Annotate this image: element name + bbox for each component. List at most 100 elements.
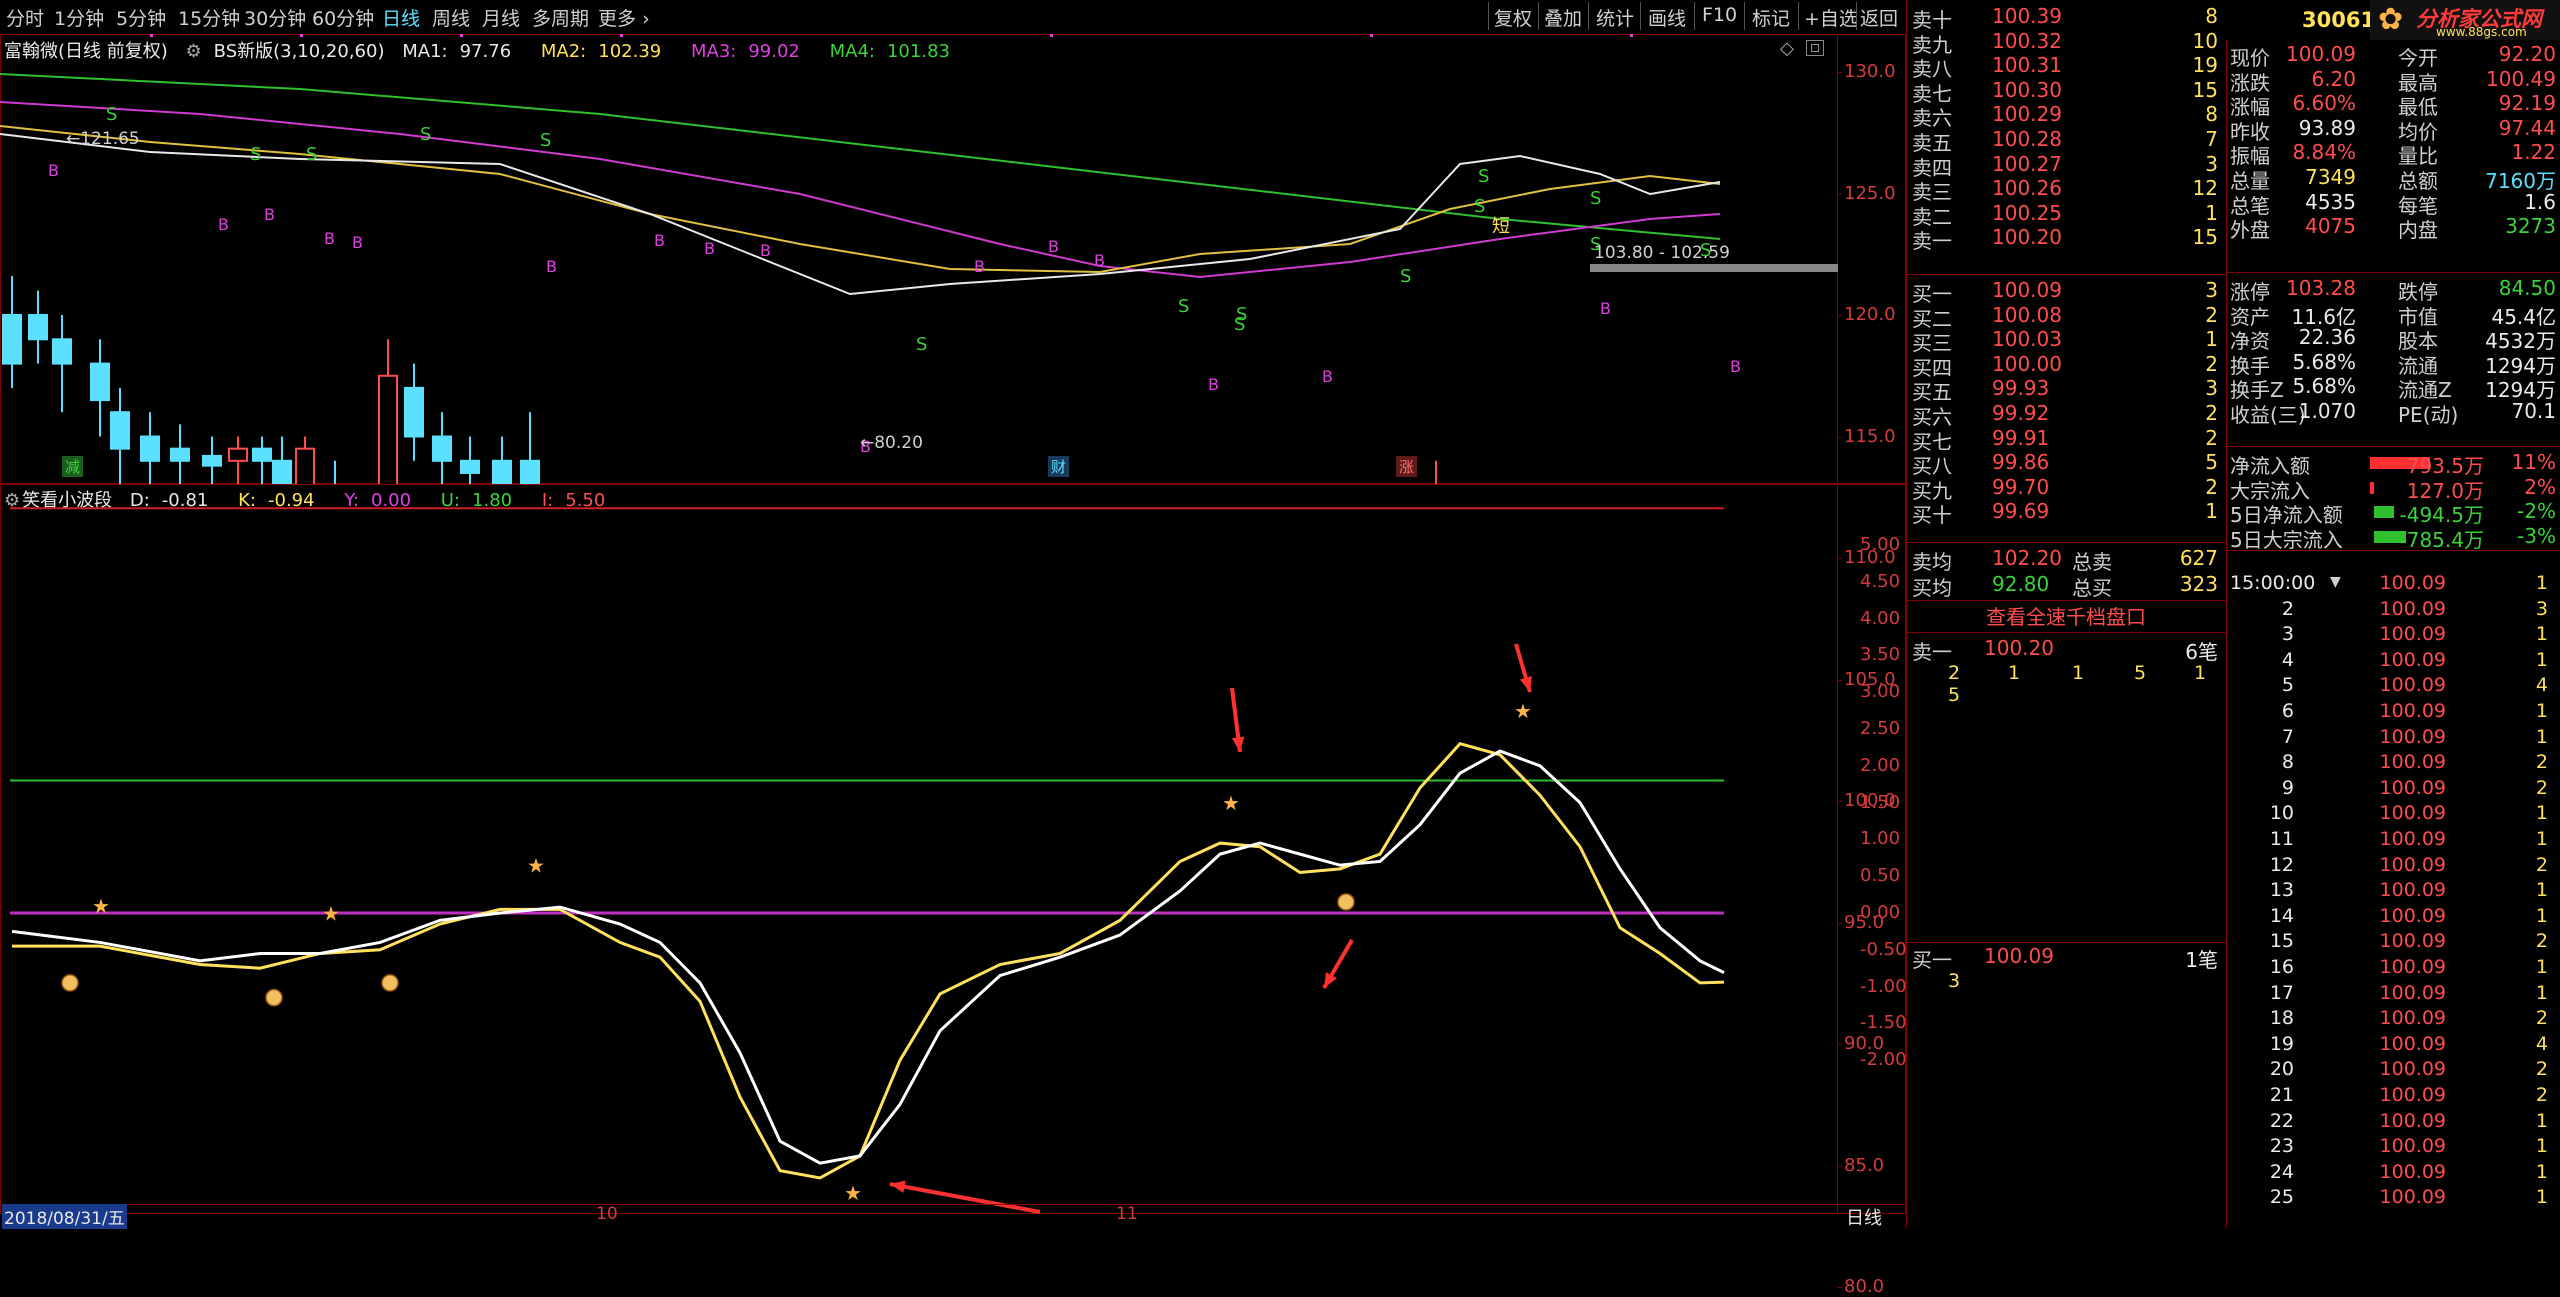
back-button[interactable]: 返回 (1860, 4, 1898, 31)
draw-line-button[interactable]: 画线 (1648, 4, 1686, 31)
level-price[interactable]: 100.09 (1992, 278, 2062, 302)
period-tab-1min[interactable]: 1分钟 (54, 4, 104, 31)
tick-price: 100.09 (2379, 879, 2446, 902)
restore-rights-button[interactable]: 复权 (1494, 4, 1532, 31)
level-price[interactable]: 99.93 (1992, 376, 2049, 400)
signal-dot (300, 34, 303, 37)
level-price[interactable]: 100.25 (1992, 201, 2062, 225)
event-badge-right[interactable]: 涨 (1396, 456, 1418, 477)
candle[interactable] (432, 412, 452, 484)
tick-volume: 1 (2535, 981, 2548, 1004)
buy-point-icon: ★ (844, 1181, 862, 1205)
period-tab-timeline[interactable]: 分时 (6, 4, 44, 31)
level-price[interactable]: 99.69 (1992, 499, 2049, 523)
period-tab-daily[interactable]: 日线 (382, 4, 420, 31)
signal-dot (150, 34, 153, 37)
mark-button[interactable]: 标记 (1752, 4, 1790, 31)
f10-button[interactable]: F10 (1702, 4, 1737, 26)
k-line (12, 742, 1725, 1180)
level-price[interactable]: 100.26 (1992, 176, 2062, 200)
tick-volume: 2 (2535, 853, 2548, 876)
period-tab-monthly[interactable]: 月线 (482, 4, 520, 31)
tick-row: 22 100.09 1 (2230, 1110, 2556, 1136)
candle[interactable] (492, 436, 512, 485)
candle[interactable] (520, 412, 540, 484)
tick-volume: 1 (2535, 879, 2548, 902)
candle[interactable] (1427, 460, 1445, 484)
candle[interactable] (90, 339, 110, 437)
candle[interactable] (326, 460, 344, 484)
oscillator-tick-label: 2.00 (1860, 754, 1901, 776)
level-price[interactable]: 99.86 (1992, 450, 2049, 474)
candle[interactable] (28, 290, 48, 364)
period-tab-more[interactable]: 更多 › (598, 4, 650, 31)
level-price[interactable]: 100.29 (1992, 102, 2062, 126)
candle[interactable] (272, 436, 292, 485)
period-tab-30min[interactable]: 30分钟 (244, 4, 306, 31)
tick-volume: 1 (2535, 700, 2548, 722)
candle[interactable] (378, 339, 398, 484)
event-badge-mid[interactable]: 财 (1048, 456, 1070, 477)
candle[interactable] (252, 436, 272, 485)
sell1-price: 100.20 (1984, 636, 2054, 660)
add-watchlist-button[interactable]: +自选 (1804, 4, 1858, 31)
level-price[interactable]: 100.27 (1992, 152, 2062, 176)
tick-row: 12 100.09 2 (2230, 854, 2556, 880)
filter-icon[interactable]: ▼ (2330, 574, 2341, 590)
price-tick (1837, 801, 1842, 802)
candle[interactable] (295, 436, 315, 485)
tick-row: 4 100.09 1 (2230, 649, 2556, 675)
level-price[interactable]: 100.20 (1992, 225, 2062, 249)
level-volume: 7 (2205, 127, 2218, 151)
candle[interactable] (228, 436, 248, 485)
level-price[interactable]: 99.70 (1992, 475, 2049, 499)
event-badge-left[interactable]: 减 (62, 456, 84, 477)
tick-price: 100.09 (2379, 776, 2446, 799)
period-tab-weekly[interactable]: 周线 (432, 4, 470, 31)
level-price[interactable]: 100.08 (1992, 303, 2062, 327)
tick-time: 22 (2269, 1109, 2294, 1132)
quote-value: 4075 (2305, 214, 2356, 239)
period-tab-multi[interactable]: 多周期 (532, 4, 589, 31)
overlay-button[interactable]: 叠加 (1544, 4, 1582, 31)
period-tab-60min[interactable]: 60分钟 (312, 4, 374, 31)
flow-bar (2370, 481, 2374, 494)
price-tick (1837, 1165, 1842, 1167)
candle[interactable] (2, 276, 22, 388)
period-tab-15min[interactable]: 15分钟 (178, 4, 240, 31)
tick-time: 5 (2281, 674, 2294, 697)
candle[interactable] (110, 387, 130, 484)
level-price[interactable]: 100.32 (1992, 29, 2062, 53)
candle[interactable] (140, 412, 160, 484)
level-price[interactable]: 100.30 (1992, 78, 2062, 102)
candle[interactable] (404, 363, 424, 461)
full-depth-link[interactable]: 查看全速千档盘口 (1906, 602, 2226, 633)
candle[interactable] (460, 436, 480, 485)
tick-time: 19 (2269, 1032, 2294, 1055)
level-price[interactable]: 100.03 (1992, 327, 2062, 351)
level-price[interactable]: 100.00 (1992, 352, 2062, 376)
level-price[interactable]: 100.39 (1992, 4, 2062, 28)
buy-signal-marker: B (218, 215, 229, 234)
level-price[interactable]: 99.92 (1992, 401, 2049, 425)
buy-signal-marker: B (48, 161, 59, 180)
quote-value: 100.49 (2486, 66, 2556, 91)
signal-dot (460, 34, 463, 37)
level-price[interactable]: 99.91 (1992, 426, 2049, 450)
tick-volume: 2 (2535, 751, 2548, 774)
level-price[interactable]: 100.28 (1992, 127, 2062, 151)
buy-point-icon: ★ (322, 901, 340, 925)
candlestick-chart[interactable]: SS SS SSS SSSSSSSSBBBB BBB B BBBBBB BBB短←121.65… (0, 34, 1838, 484)
oscillator-chart[interactable]: ★ ★ ★ ★ ★ ★ (0, 484, 1838, 1214)
statistics-button[interactable]: 统计 (1596, 4, 1634, 31)
candle[interactable] (202, 436, 222, 485)
candle[interactable] (170, 424, 190, 484)
period-tab-5min[interactable]: 5分钟 (116, 4, 166, 31)
tick-price: 100.09 (2379, 1058, 2446, 1081)
level-price[interactable]: 100.31 (1992, 53, 2062, 77)
tick-time: 18 (2269, 1007, 2294, 1030)
candle[interactable] (52, 315, 72, 413)
sell1-detail-row: 卖一 100.20 6笔 (1912, 636, 2222, 664)
range-bar (1590, 264, 1838, 272)
quote-value: 8.84% (2292, 140, 2356, 165)
